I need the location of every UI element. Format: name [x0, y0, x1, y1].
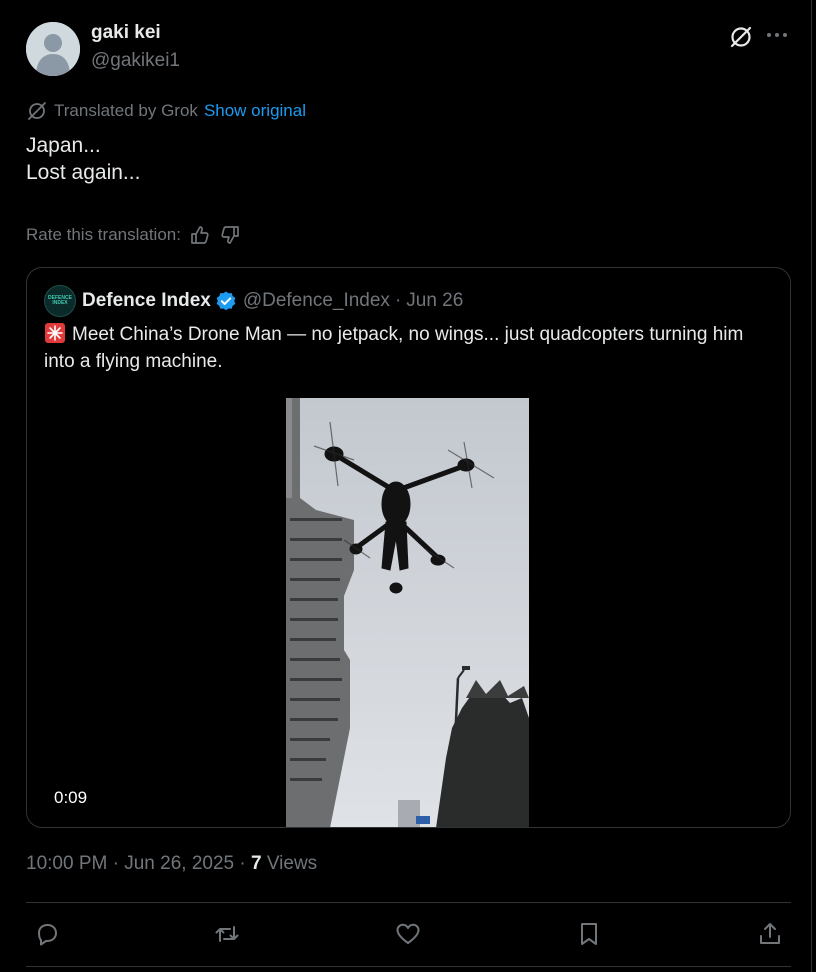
tweet-date[interactable]: Jun 26, 2025	[124, 853, 234, 874]
reply-icon	[38, 924, 57, 946]
divider	[26, 902, 791, 903]
video-frame	[286, 398, 529, 827]
bookmark-icon	[581, 923, 597, 945]
default-avatar-icon	[26, 22, 80, 76]
video-player[interactable]	[286, 398, 529, 827]
author-handle[interactable]: @gakikei1	[91, 50, 180, 72]
thumbs-up-icon[interactable]	[189, 224, 211, 246]
separator-dot: ·	[394, 290, 402, 311]
tweet-meta: 10:00 PM · Jun 26, 2025 · 7 Views	[26, 853, 317, 875]
tweet-time[interactable]: 10:00 PM	[26, 853, 107, 874]
quoted-tweet[interactable]: DEFENCE INDEX Defence Index @Defence_Ind…	[26, 267, 791, 828]
separator-dot: ·	[112, 853, 119, 874]
grok-icon	[28, 102, 46, 120]
video-duration: 0:09	[54, 788, 88, 807]
grok-icon	[730, 26, 752, 48]
repost-button[interactable]	[213, 920, 241, 948]
show-original-link[interactable]: Show original	[204, 101, 306, 121]
more-button[interactable]	[764, 22, 790, 48]
share-button[interactable]	[756, 920, 784, 948]
share-icon	[760, 923, 780, 944]
grok-translate-button[interactable]	[728, 24, 754, 50]
bookmark-button[interactable]	[575, 920, 603, 948]
translation-note: Translated by Grok Show original	[26, 100, 306, 122]
like-button[interactable]	[394, 920, 422, 948]
verified-badge-icon	[216, 291, 236, 311]
quote-text: Meet China’s Drone Man — no jetpack, no …	[44, 324, 744, 372]
translated-by-label: Translated by Grok	[54, 101, 198, 120]
quote-date[interactable]: Jun 26	[406, 290, 463, 312]
separator-dot: ·	[239, 853, 246, 874]
views-count: 7	[250, 853, 262, 874]
more-icon	[767, 33, 787, 37]
siren-icon	[45, 323, 65, 343]
views-label: Views	[266, 853, 318, 874]
rate-label: Rate this translation:	[26, 225, 181, 244]
rate-translation: Rate this translation:	[26, 223, 241, 247]
repost-icon	[215, 926, 239, 942]
author-name[interactable]: gaki kei	[91, 22, 161, 44]
tweet-line: Lost again...	[26, 161, 141, 184]
column-border	[811, 0, 812, 972]
quote-text-block: Meet China’s Drone Man — no jetpack, no …	[44, 321, 779, 375]
thumbs-down-icon[interactable]	[219, 224, 241, 246]
reply-button[interactable]	[33, 920, 61, 948]
quote-avatar[interactable]: DEFENCE INDEX	[44, 285, 76, 317]
like-icon	[396, 923, 420, 944]
quote-author-name[interactable]: Defence Index	[82, 290, 211, 312]
divider	[26, 966, 791, 967]
tweet-text: Japan... Lost again...	[26, 132, 140, 186]
avatar[interactable]	[26, 22, 80, 76]
tweet-line: Japan...	[26, 134, 101, 157]
quote-header: Defence Index @Defence_Index · Jun 26	[82, 288, 463, 314]
quote-author-handle[interactable]: @Defence_Index	[243, 290, 390, 312]
